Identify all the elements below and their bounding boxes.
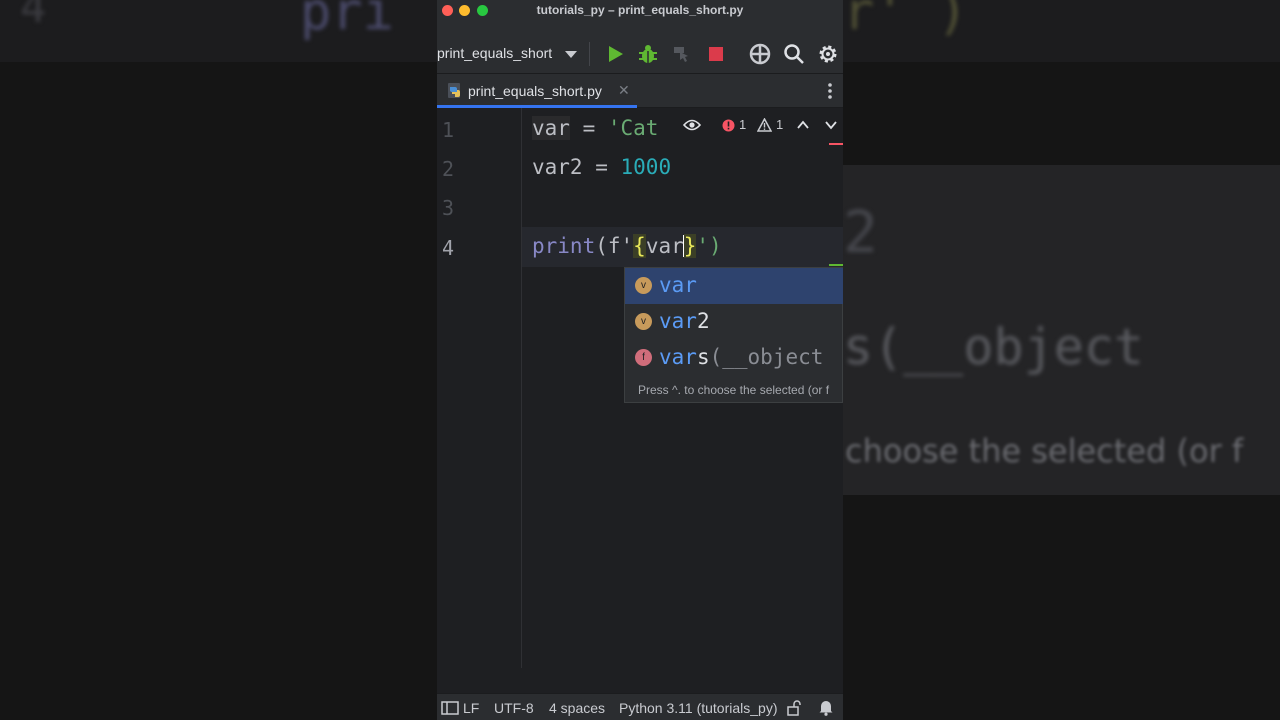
run-configuration-label: print_equals_short: [437, 45, 553, 61]
layout-toggle-icon[interactable]: [439, 701, 459, 715]
backdrop-right: r' ) 2 s(__object choose the selected (o…: [843, 0, 1280, 720]
coverage-icon[interactable]: [670, 42, 694, 66]
editor-tab-bar: print_equals_short.py ✕: [437, 74, 843, 108]
identifier: var: [645, 234, 684, 258]
code-line-4: print(f'{var}'): [532, 234, 722, 258]
run-icon[interactable]: [603, 42, 627, 66]
backdrop-top-code: r' ): [843, 0, 969, 42]
line-number: 1: [442, 118, 455, 142]
line-number: 2: [442, 157, 455, 181]
error-stripe-marker[interactable]: [829, 143, 843, 145]
completion-signature: (__object: [709, 345, 824, 369]
brace-close: }: [683, 234, 697, 258]
completion-rest: 2: [696, 309, 710, 333]
code-line-1: var = 'Cat: [532, 116, 658, 140]
change-stripe-marker[interactable]: [829, 264, 843, 266]
inspection-widget[interactable]: 1 1: [682, 116, 842, 138]
eye-icon[interactable]: [683, 118, 701, 132]
operator: =: [582, 155, 621, 179]
warning-count: 1: [776, 117, 784, 132]
completion-text: var2: [659, 309, 710, 333]
variable-badge-icon: v: [635, 277, 652, 294]
title-bar: tutorials_py – print_equals_short.py: [437, 0, 843, 22]
plugins-icon[interactable]: [748, 42, 772, 66]
string-literal: 'Cat: [607, 116, 659, 140]
backdrop-code: pri: [300, 0, 394, 42]
completion-match: var: [659, 273, 697, 297]
stop-icon[interactable]: [704, 42, 728, 66]
backdrop-line-number: 4: [20, 0, 47, 33]
completion-text: var: [659, 273, 697, 297]
completion-match: var: [659, 309, 697, 333]
backdrop-mid-code: 2: [843, 198, 878, 266]
fstring-close: '): [696, 234, 722, 258]
completion-item[interactable]: v var: [625, 268, 843, 304]
variable-badge-icon: v: [635, 313, 652, 330]
search-icon[interactable]: [782, 42, 806, 66]
tab-label: print_equals_short.py: [468, 83, 602, 99]
status-bar: LF UTF-8 4 spaces Python 3.11 (tutorials…: [437, 693, 843, 720]
completion-match: var: [659, 345, 697, 369]
function-badge-icon: f: [635, 349, 652, 366]
main-toolbar: print_equals_short: [437, 22, 843, 74]
completion-popup: v var v var2 f vars(__object Press ^. to…: [624, 267, 843, 403]
gutter-divider: [521, 108, 522, 668]
line-number: 4: [442, 236, 455, 260]
completion-hint: Press ^. to choose the selected (or f: [638, 383, 830, 397]
backdrop-left: 4 pri: [0, 0, 437, 720]
completion-text: vars(__object: [659, 345, 823, 369]
identifier: var: [532, 116, 570, 140]
notifications-icon[interactable]: [818, 699, 834, 716]
encoding-widget[interactable]: UTF-8: [494, 700, 534, 716]
python-file-icon: [448, 83, 460, 98]
number-literal: 1000: [620, 155, 672, 179]
debug-icon[interactable]: [636, 42, 660, 66]
line-number: 3: [442, 196, 455, 220]
backdrop-hint: choose the selected (or f: [845, 432, 1244, 470]
ide-window: tutorials_py – print_equals_short.py pri…: [437, 0, 843, 720]
backdrop-signature: s(__object: [843, 318, 1145, 376]
code-line-2: var2 = 1000: [532, 155, 671, 179]
interpreter-widget[interactable]: Python 3.11 (tutorials_py): [619, 700, 778, 716]
window-title: tutorials_py – print_equals_short.py: [536, 3, 744, 17]
error-count: 1: [739, 117, 747, 132]
chevron-up-icon[interactable]: [797, 120, 809, 130]
indent-widget[interactable]: 4 spaces: [549, 700, 605, 716]
fstring-prefix: (f': [595, 234, 634, 258]
run-configuration-selector[interactable]: print_equals_short: [437, 41, 587, 67]
error-icon: [722, 119, 735, 132]
identifier: var2: [532, 155, 583, 179]
warning-icon: [757, 118, 772, 132]
completion-rest: s: [696, 345, 710, 369]
close-tab-icon[interactable]: ✕: [618, 82, 630, 99]
unlock-icon[interactable]: [786, 700, 802, 716]
chevron-down-icon: [565, 51, 577, 58]
more-options-icon[interactable]: [827, 82, 833, 100]
tab-print-equals-short[interactable]: print_equals_short.py ✕: [437, 74, 637, 108]
code-editor[interactable]: 1 2 3 4 var = 'Cat var2 = 1000 print(f'{…: [437, 108, 843, 693]
chevron-down-icon[interactable]: [825, 120, 837, 130]
builtin-function: print: [532, 234, 596, 258]
line-separator-widget[interactable]: LF: [463, 700, 479, 716]
settings-icon[interactable]: [816, 42, 840, 66]
brace-open: {: [633, 234, 646, 258]
toolbar-divider: [589, 42, 590, 66]
operator: =: [569, 116, 608, 140]
completion-item[interactable]: f vars(__object: [625, 340, 843, 376]
completion-item[interactable]: v var2: [625, 304, 843, 340]
